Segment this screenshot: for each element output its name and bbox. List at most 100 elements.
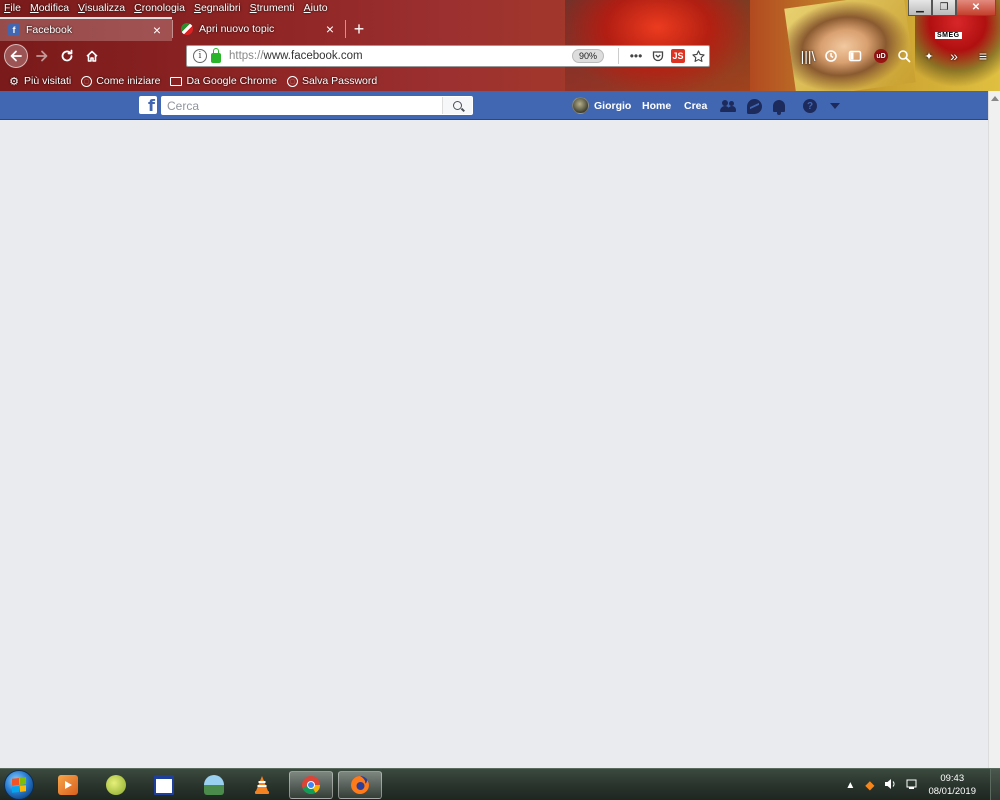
minimize-button[interactable]: ▁ [908, 0, 932, 16]
network-icon[interactable] [906, 778, 918, 793]
menu-history[interactable]: Cronologia [134, 2, 185, 14]
search-input[interactable] [162, 97, 442, 114]
page-content [0, 120, 988, 768]
menu-bookmarks[interactable]: Segnalibri [194, 2, 241, 14]
search-button[interactable] [442, 97, 472, 114]
browser-chrome: SMEG File Modifica Visualizza Cronologia… [0, 0, 1000, 91]
site-info-icon[interactable]: i [193, 49, 207, 63]
menu-view[interactable]: Visualizza [78, 2, 125, 14]
pocket-icon[interactable] [649, 47, 667, 65]
tab-close-icon[interactable]: × [150, 22, 164, 38]
tab-label: Apri nuovo topic [199, 23, 275, 35]
javascript-toggle-icon[interactable]: JS [671, 49, 685, 63]
library-icon: |||\ [800, 48, 816, 64]
taskbar-window-app[interactable] [142, 771, 186, 799]
bookmark-piu-visitati[interactable]: ⚙ Più visitati [8, 75, 72, 88]
menu-bar: File Modifica Visualizza Cronologia Segn… [0, 0, 337, 16]
taskbar-app-4[interactable] [192, 771, 236, 799]
url-host: www.facebook.com [263, 50, 363, 62]
forward-arrow-icon [36, 50, 48, 62]
messenger-icon [746, 98, 762, 114]
firefox-icon [351, 776, 369, 794]
bell-icon [773, 100, 785, 115]
menu-tools[interactable]: Strumenti [250, 2, 295, 14]
extension-button[interactable]: ✦ [918, 46, 940, 66]
notifications-button[interactable] [770, 97, 788, 115]
bookmarks-toolbar: ⚙ Più visitati Come iniziare Da Google C… [0, 71, 387, 91]
ublock-icon: uD [874, 49, 888, 63]
volume-icon[interactable] [884, 778, 896, 793]
window-controls: ▁ ❐ ✕ [908, 0, 996, 16]
history-button[interactable] [820, 46, 842, 66]
scroll-up-icon[interactable] [989, 91, 1000, 105]
clock-date: 08/01/2019 [928, 786, 976, 797]
fox-extension-icon: ✦ [924, 50, 934, 63]
taskbar-app-2[interactable] [94, 771, 138, 799]
windows-taskbar: ▲ ◆ 09:43 08/01/2019 [0, 768, 1000, 800]
sidebar-button[interactable] [844, 46, 866, 66]
zoom-level-button[interactable]: 90% [572, 49, 604, 63]
ublock-button[interactable]: uD [870, 46, 892, 66]
taskbar-firefox[interactable] [338, 771, 382, 799]
new-tab-button[interactable]: + [346, 17, 372, 41]
maximize-button[interactable]: ❐ [932, 0, 956, 16]
taskbar-vlc[interactable] [240, 771, 284, 799]
forward-button[interactable] [30, 44, 54, 68]
bookmark-label: Più visitati [24, 75, 72, 87]
bookmark-salva-password[interactable]: Salva Password [286, 75, 377, 87]
double-chevron-icon: » [950, 48, 958, 64]
tab-strip: f Facebook × Apri nuovo topic × + [0, 17, 372, 41]
create-link[interactable]: Crea [684, 91, 707, 120]
home-label: Home [642, 99, 672, 112]
menu-file[interactable]: File [4, 2, 21, 14]
profile-link[interactable]: Giorgio [572, 91, 631, 120]
paint-tool-icon [106, 775, 126, 795]
show-hidden-icons-button[interactable]: ▲ [845, 780, 855, 791]
reload-button[interactable] [55, 44, 79, 68]
back-button[interactable] [4, 44, 28, 68]
bookmark-come-iniziare[interactable]: Come iniziare [81, 75, 160, 87]
restore-icon: ❐ [939, 2, 949, 13]
home-icon [86, 50, 98, 62]
bookmark-label: Come iniziare [96, 75, 161, 87]
help-button[interactable]: ? [801, 97, 819, 115]
url-separator [618, 48, 619, 64]
page-actions-icon[interactable]: ••• [627, 47, 645, 65]
taskbar-media-player[interactable] [46, 771, 90, 799]
url-bar[interactable]: i https://www.facebook.com 90% ••• JS [186, 45, 710, 67]
tab-apri-nuovo-topic[interactable]: Apri nuovo topic × [173, 17, 345, 41]
menu-edit[interactable]: Modifica [30, 2, 69, 14]
home-link[interactable]: Home [642, 91, 671, 120]
window-close-button[interactable]: ✕ [956, 0, 996, 16]
sidebar-icon [848, 50, 862, 62]
menu-help[interactable]: Aiuto [304, 2, 328, 14]
clock[interactable]: 09:43 08/01/2019 [928, 772, 976, 798]
url-text[interactable]: https://www.facebook.com [229, 50, 572, 62]
show-desktop-button[interactable] [990, 769, 1000, 800]
lock-icon[interactable] [211, 47, 221, 63]
account-menu-button[interactable] [826, 97, 844, 115]
reload-icon [61, 49, 73, 62]
search-toolbar-button[interactable] [893, 46, 915, 66]
overflow-menu-button[interactable]: » [943, 46, 965, 66]
bookmark-star-icon[interactable] [689, 47, 707, 65]
start-button[interactable] [4, 770, 34, 800]
tab-label: Facebook [26, 24, 73, 36]
taskbar-chrome[interactable] [289, 771, 333, 799]
metamask-fox-icon[interactable]: ◆ [865, 778, 874, 792]
hamburger-menu-button[interactable]: ≡ [972, 46, 994, 66]
tab-facebook[interactable]: f Facebook × [0, 17, 172, 41]
facebook-logo-icon[interactable]: f [139, 96, 157, 114]
home-button[interactable] [80, 44, 104, 68]
tab-close-icon[interactable]: × [323, 21, 337, 37]
vertical-scrollbar[interactable] [988, 91, 1000, 768]
friend-requests-button[interactable] [719, 97, 737, 115]
help-icon: ? [803, 99, 817, 113]
bookmark-folder-google-chrome[interactable]: Da Google Chrome [170, 75, 277, 87]
library-button[interactable]: |||\ [797, 46, 819, 66]
theme-helmet-label: SMEG [935, 32, 962, 39]
facebook-top-bar: f Giorgio Home Crea ? [0, 91, 988, 120]
media-player-icon [58, 775, 78, 795]
globe-icon [286, 75, 298, 87]
messenger-button[interactable] [745, 97, 763, 115]
